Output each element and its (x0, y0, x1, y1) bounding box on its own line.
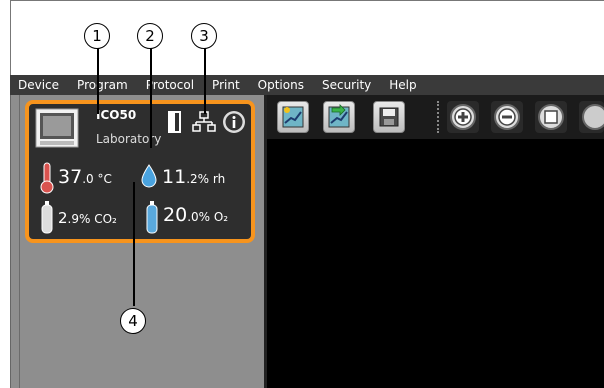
o2-unit: .0% O₂ (187, 210, 229, 224)
fit-icon (538, 104, 564, 130)
toolbar-separator (437, 101, 442, 133)
menu-options[interactable]: Options (258, 78, 304, 92)
gas-bottle-co2-icon (41, 201, 53, 234)
menu-protocol[interactable]: Protocol (146, 78, 194, 92)
humidity-value: 11 (162, 166, 187, 188)
callout-2: 2 (137, 23, 163, 49)
zoom-out-icon (494, 104, 520, 130)
save-icon (379, 107, 399, 127)
toolbar-partial-icon (582, 104, 604, 130)
pane-divider (19, 95, 20, 388)
co2-value: 2 (58, 209, 68, 227)
callout-4: 4 (120, 308, 146, 334)
humidity-unit: .2% rh (186, 172, 226, 186)
callout-1-leader (97, 48, 99, 114)
menu-print[interactable]: Print (212, 78, 240, 92)
network-icon (192, 111, 216, 132)
menu-bar: Device Program Protocol Print Options Se… (10, 75, 604, 95)
zoom-out-button[interactable] (491, 101, 523, 133)
menu-device[interactable]: Device (18, 78, 59, 92)
door-icon (168, 111, 181, 133)
import-icon (328, 104, 350, 128)
thermometer-icon (40, 162, 54, 194)
fit-button[interactable] (535, 101, 567, 133)
o2-value: 20 (163, 204, 188, 226)
menu-security[interactable]: Security (322, 78, 371, 92)
save-button[interactable] (373, 101, 405, 133)
callout-2-leader (150, 48, 152, 148)
new-program-icon (282, 106, 304, 128)
gas-bottle-o2-icon (146, 201, 158, 234)
incubator-icon (35, 108, 79, 148)
import-button[interactable] (323, 101, 355, 133)
humidity-readout: 11.2% rh (162, 166, 225, 188)
menu-program[interactable]: Program (77, 78, 128, 92)
info-icon[interactable] (222, 110, 246, 134)
callout-3-leader (204, 48, 206, 114)
device-name: ICO50 (96, 108, 137, 122)
temperature-value: 37 (58, 166, 83, 188)
toolbar (267, 95, 604, 139)
zoom-in-button[interactable] (447, 101, 479, 133)
water-drop-icon (141, 164, 157, 188)
zoom-in-icon (450, 104, 476, 130)
toolbar-button-partial[interactable] (579, 101, 604, 133)
callout-4-leader (133, 182, 135, 306)
new-program-button[interactable] (277, 101, 309, 133)
menu-help[interactable]: Help (389, 78, 416, 92)
temperature-unit: .0 °C (82, 172, 112, 186)
callout-3: 3 (191, 23, 217, 49)
callout-1: 1 (84, 23, 110, 49)
device-location: Laboratory (96, 132, 162, 146)
co2-readout: 2.9% CO₂ (58, 208, 117, 227)
o2-readout: 20.0% O₂ (163, 204, 228, 226)
temperature-readout: 37.0 °C (58, 166, 112, 188)
co2-unit: .9% CO₂ (67, 212, 117, 226)
